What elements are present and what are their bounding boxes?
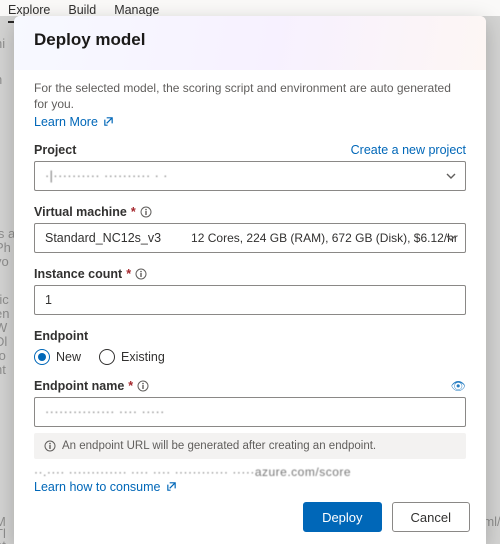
- required-mark: *: [126, 267, 131, 281]
- endpoint-name-value: ··············· ···· ·····: [45, 405, 165, 419]
- visibility-icon[interactable]: 👁: [451, 379, 466, 393]
- endpoint-score-url: ··.···· ············· ···· ···· ········…: [34, 465, 466, 479]
- deploy-button[interactable]: Deploy: [303, 502, 381, 532]
- required-mark: *: [128, 379, 133, 393]
- project-value: ·|·········· ·········· · ·: [45, 169, 168, 183]
- vm-name: Standard_NC12s_v3: [45, 231, 161, 245]
- vm-spec: 12 Cores, 224 GB (RAM), 672 GB (Disk), $…: [191, 231, 458, 245]
- bg-letter: ht: [0, 362, 6, 377]
- vm-label-text: Virtual machine: [34, 205, 127, 219]
- info-icon[interactable]: [135, 268, 147, 280]
- instance-count-value: 1: [45, 293, 52, 307]
- bg-letter: Dl: [0, 334, 7, 349]
- endpoint-label: Endpoint: [34, 329, 466, 343]
- endpoint-name-text: Endpoint name: [34, 379, 124, 393]
- info-icon: [44, 440, 56, 452]
- radio-circle-icon: [99, 349, 115, 365]
- bg-letter: vo: [0, 254, 9, 269]
- deploy-button-label: Deploy: [322, 510, 362, 525]
- bg-text: is a: [0, 226, 15, 241]
- instance-count-label: Instance count *: [34, 267, 147, 281]
- learn-consume-label: Learn how to consume: [34, 480, 160, 492]
- external-link-icon: [103, 116, 114, 127]
- project-select[interactable]: ·|·········· ·········· · ·: [34, 161, 466, 191]
- bg-letter: to: [0, 348, 6, 363]
- intro-text: For the selected model, the scoring scri…: [34, 80, 466, 112]
- bg-letter: Ph: [0, 240, 11, 255]
- endpoint-new-label: New: [56, 350, 81, 364]
- learn-more-link[interactable]: Learn More: [34, 115, 114, 129]
- instance-count-input[interactable]: 1: [34, 285, 466, 315]
- dialog-header: Deploy model: [14, 16, 486, 70]
- bg-letter: W: [0, 320, 7, 335]
- bg-letter: ric: [0, 292, 9, 307]
- bg-letter: hi: [0, 36, 5, 51]
- endpoint-radio-new[interactable]: New: [34, 349, 81, 365]
- vm-select[interactable]: Standard_NC12s_v3 12 Cores, 224 GB (RAM)…: [34, 223, 466, 253]
- cancel-button[interactable]: Cancel: [392, 502, 470, 532]
- required-mark: *: [131, 205, 136, 219]
- dialog-title: Deploy model: [34, 30, 466, 50]
- endpoint-name-input[interactable]: ··············· ···· ·····: [34, 397, 466, 427]
- endpoint-existing-label: Existing: [121, 350, 165, 364]
- deploy-model-dialog: Deploy model For the selected model, the…: [14, 16, 486, 544]
- chevron-down-icon: [445, 232, 457, 244]
- radio-dot-icon: [34, 349, 50, 365]
- endpoint-name-label: Endpoint name *: [34, 379, 149, 393]
- endpoint-radio-existing[interactable]: Existing: [99, 349, 165, 365]
- info-icon[interactable]: [137, 380, 149, 392]
- bg-letter: pt: [0, 538, 6, 544]
- dialog-footer: Deploy Cancel: [14, 492, 486, 544]
- bg-letter: en: [0, 306, 9, 321]
- cancel-button-label: Cancel: [411, 510, 451, 525]
- dialog-body: For the selected model, the scoring scri…: [14, 70, 486, 492]
- endpoint-hint-text: An endpoint URL will be generated after …: [62, 440, 376, 452]
- project-label: Project: [34, 143, 76, 157]
- info-icon[interactable]: [140, 206, 152, 218]
- endpoint-url-hint: An endpoint URL will be generated after …: [34, 433, 466, 459]
- create-project-link[interactable]: Create a new project: [351, 143, 466, 157]
- chevron-down-icon: [445, 170, 457, 182]
- external-link-icon: [166, 481, 177, 492]
- vm-label: Virtual machine *: [34, 205, 152, 219]
- learn-more-label: Learn More: [34, 115, 98, 129]
- bg-letter: n: [0, 72, 2, 87]
- instance-count-text: Instance count: [34, 267, 122, 281]
- learn-consume-link[interactable]: Learn how to consume: [34, 480, 177, 492]
